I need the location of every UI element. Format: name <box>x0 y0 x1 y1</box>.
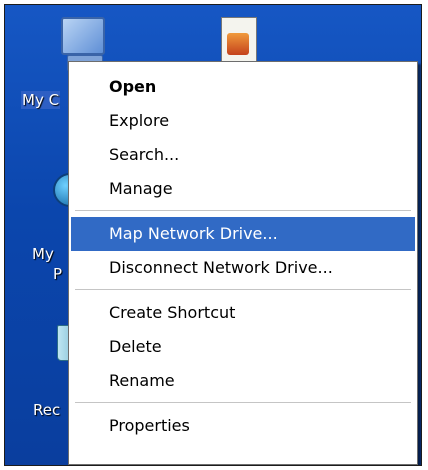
my-network-places-label-line2[interactable]: P <box>53 265 62 283</box>
monitor-screen-shape <box>61 17 105 55</box>
menu-item-delete[interactable]: Delete <box>71 330 415 364</box>
menu-item-manage[interactable]: Manage <box>71 172 415 206</box>
menu-item-create-shortcut[interactable]: Create Shortcut <box>71 296 415 330</box>
my-computer-label[interactable]: My C <box>21 91 61 109</box>
menu-separator <box>75 402 411 403</box>
menu-item-properties[interactable]: Properties <box>71 409 415 443</box>
recycle-bin-label[interactable]: Rec <box>33 401 60 419</box>
menu-item-search[interactable]: Search... <box>71 138 415 172</box>
menu-separator <box>75 210 411 211</box>
my-network-places-label[interactable]: My <box>32 245 54 263</box>
menu-separator <box>75 289 411 290</box>
desktop: My C My P Rec Open Explore Search... Man… <box>4 4 422 466</box>
menu-item-rename[interactable]: Rename <box>71 364 415 398</box>
document-picture-shape <box>227 33 249 55</box>
menu-item-explore[interactable]: Explore <box>71 104 415 138</box>
menu-item-map-network-drive[interactable]: Map Network Drive... <box>71 217 415 251</box>
menu-item-disconnect-network-drive[interactable]: Disconnect Network Drive... <box>71 251 415 285</box>
context-menu: Open Explore Search... Manage Map Networ… <box>68 61 418 465</box>
menu-item-open[interactable]: Open <box>71 70 415 104</box>
